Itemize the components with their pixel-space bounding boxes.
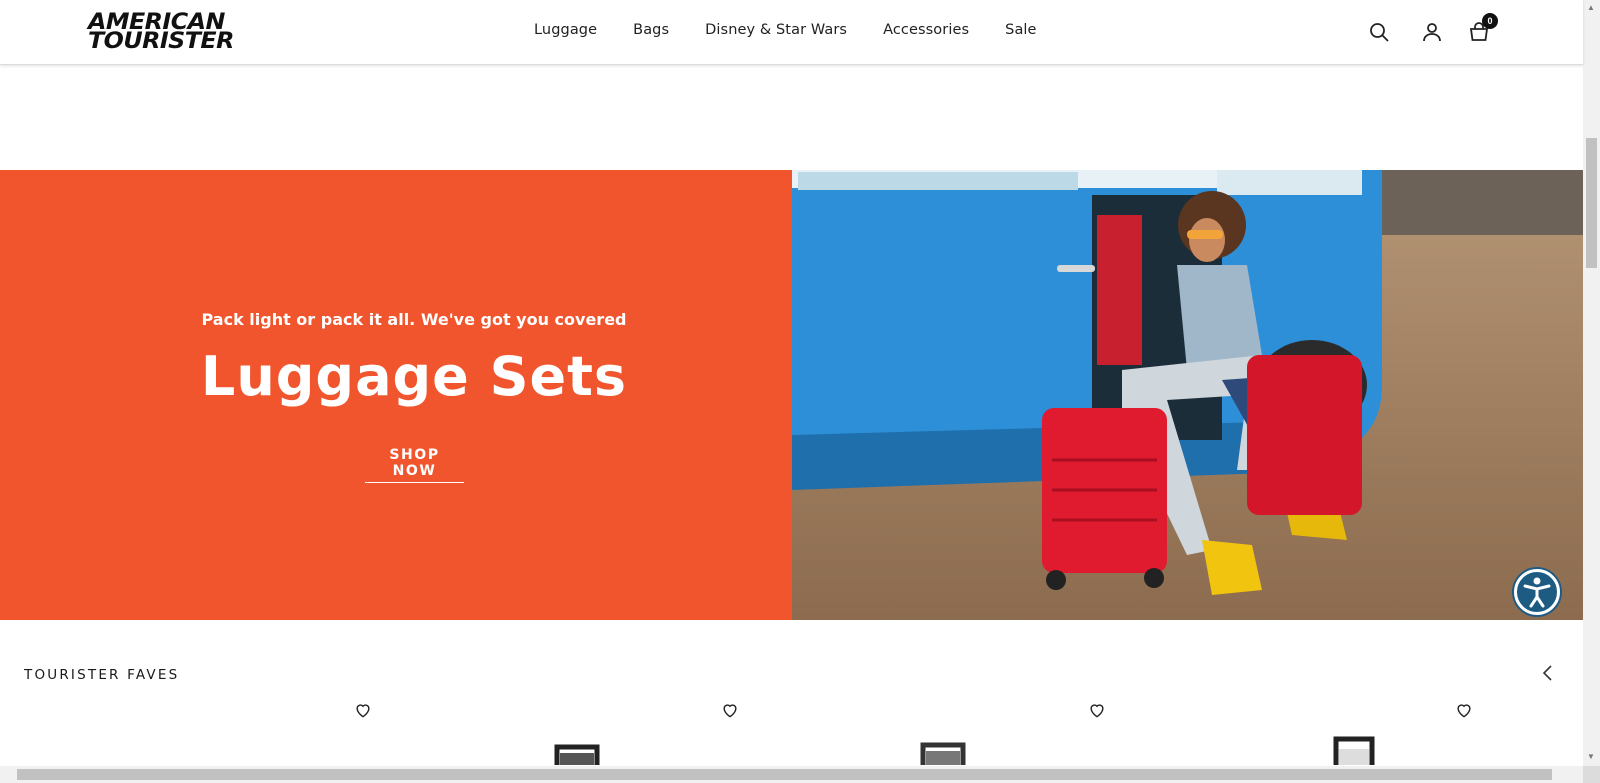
nav-accessories[interactable]: Accessories [883, 22, 969, 38]
horizontal-scrollbar[interactable] [0, 766, 1583, 783]
main-nav: Luggage Bags Disney & Star Wars Accessor… [534, 22, 1073, 38]
horizontal-scroll-thumb[interactable] [17, 769, 1552, 780]
brand-logo[interactable]: AMERICAN TOURISTER [88, 12, 277, 54]
accessibility-button[interactable] [1514, 569, 1560, 615]
search-icon[interactable] [1367, 20, 1391, 44]
heart-icon[interactable] [1087, 700, 1107, 720]
heart-icon[interactable] [353, 700, 373, 720]
faves-section-title: TOURISTER FAVES [24, 667, 180, 683]
hero-photo-illustration [792, 170, 1583, 620]
logo-line-2: TOURISTER [88, 29, 234, 54]
shop-now-link[interactable]: SHOP NOW [365, 447, 464, 483]
hero-banner: Pack light or pack it all. We've got you… [0, 170, 1583, 620]
accessibility-icon [1523, 577, 1551, 608]
chevron-left-icon[interactable] [1538, 663, 1558, 683]
vertical-scrollbar[interactable]: ▲ ▼ [1583, 0, 1600, 766]
cart-count-badge: 0 [1482, 13, 1498, 29]
heart-icon[interactable] [720, 700, 740, 720]
heart-icon[interactable] [1454, 700, 1474, 720]
scrollbar-corner [1583, 766, 1600, 783]
nav-sale[interactable]: Sale [1005, 22, 1036, 38]
nav-disney-star-wars[interactable]: Disney & Star Wars [705, 22, 847, 38]
account-icon[interactable] [1420, 20, 1444, 44]
product-image[interactable] [918, 735, 968, 765]
nav-luggage[interactable]: Luggage [534, 22, 597, 38]
scroll-down-arrow[interactable]: ▼ [1587, 752, 1596, 761]
hero-title: Luggage Sets [200, 345, 628, 408]
hero-text-panel: Pack light or pack it all. We've got you… [0, 170, 792, 620]
scroll-up-arrow[interactable]: ▲ [1587, 3, 1596, 12]
product-image[interactable] [552, 735, 602, 765]
vertical-scroll-thumb[interactable] [1586, 138, 1597, 268]
site-header: AMERICAN TOURISTER Luggage Bags Disney &… [0, 0, 1583, 65]
nav-bags[interactable]: Bags [633, 22, 669, 38]
hero-image [792, 170, 1583, 620]
hero-subtitle: Pack light or pack it all. We've got you… [201, 310, 627, 329]
product-image[interactable] [1329, 735, 1379, 765]
